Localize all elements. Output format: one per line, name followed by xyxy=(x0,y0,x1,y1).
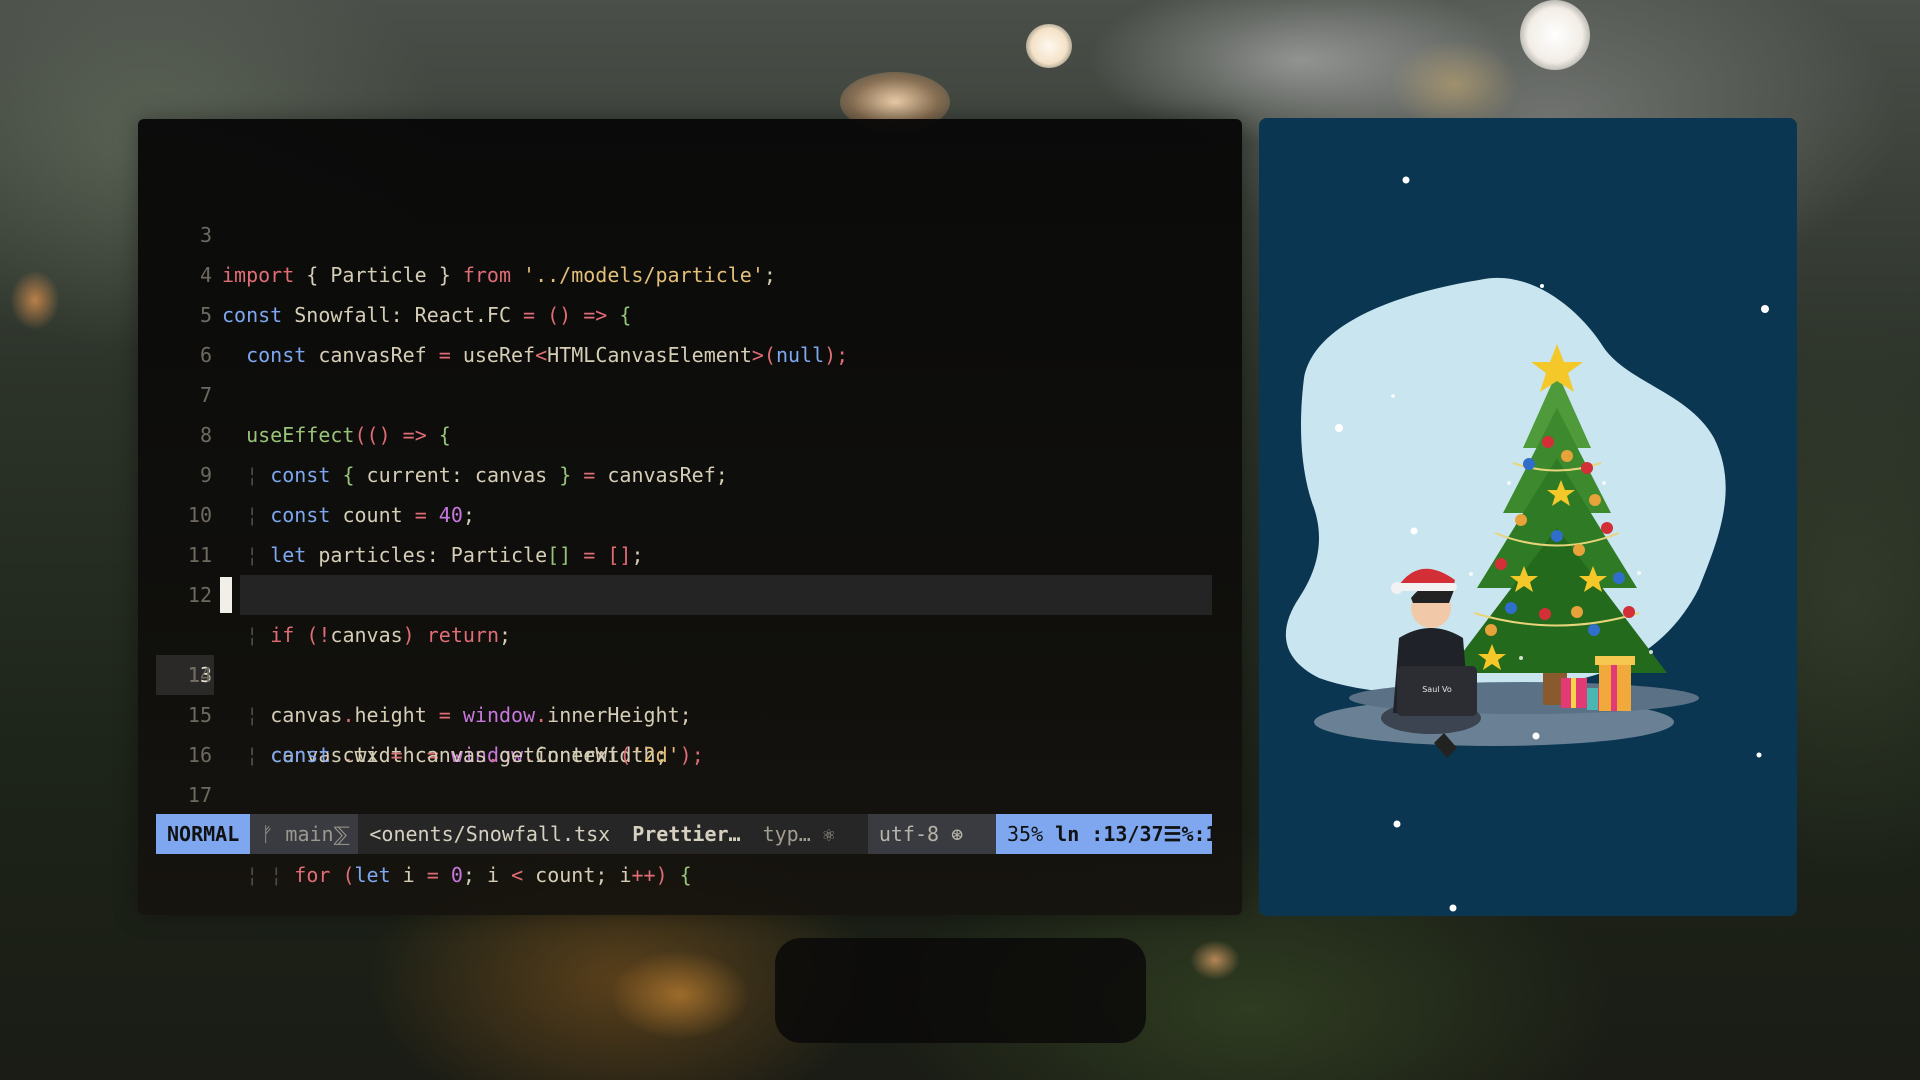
code-editor[interactable]: 3 import { Particle } from '../models/pa… xyxy=(156,175,1212,887)
image-viewer[interactable]: Saul Vo xyxy=(1259,118,1797,916)
code-line[interactable]: 4 const Snowfall: React.FC = () => { xyxy=(156,215,1212,327)
filetype: typ… ⚛ xyxy=(751,814,846,854)
branch-status-icon: ⅀ xyxy=(333,822,350,846)
cursor-position: 35% ln :13/37☰%:1 xyxy=(996,814,1218,854)
code-line[interactable]: 12 ¦ if (!canvas) return; xyxy=(156,535,1212,647)
code-line[interactable]: 15 ¦ const ctx = canvas.getContext('2d')… xyxy=(156,655,1212,767)
react-icon: ⚛ xyxy=(822,822,835,846)
line-column: ln :13/37☰%:1 xyxy=(1055,822,1218,846)
code-line[interactable]: 5 const canvasRef = useRef<HTMLCanvasEle… xyxy=(156,255,1212,367)
formatter-status: Prettier… xyxy=(621,814,752,854)
code-line[interactable]: 10 ¦ let particles: Particle[] = []; xyxy=(156,455,1212,567)
code-text: ¦ ¦ for (let i = 0; i < count; i++) { xyxy=(246,863,692,887)
code-line[interactable]: 9 ¦ const count = 40; xyxy=(156,415,1212,527)
scroll-percent: 35% xyxy=(1007,822,1044,846)
bokeh-light xyxy=(610,950,750,1040)
os-icon: ⊛ xyxy=(951,822,964,846)
status-line: NORMAL ᚠ main⅀ <onents/Snowfall.tsx Pret… xyxy=(156,814,1218,854)
code-line[interactable]: 8 ¦ const { current: canvas } = canvasRe… xyxy=(156,375,1212,487)
file-encoding: utf-8 ⊛ xyxy=(867,814,996,854)
terminal-window[interactable]: 3 import { Particle } from '../models/pa… xyxy=(138,119,1242,915)
status-spacer xyxy=(845,814,868,854)
code-line[interactable]: 14 ¦ canvas.height = window.innerHeight; xyxy=(156,615,1212,727)
code-line[interactable]: 18 ¦ ¦ for (let i = 0; i < count; i++) { xyxy=(156,775,1212,887)
file-path: <onents/Snowfall.tsx xyxy=(358,814,622,854)
filetype-label: typ… xyxy=(762,822,811,846)
mode-indicator: NORMAL xyxy=(156,814,251,854)
christmas-illustration: Saul Vo xyxy=(1259,118,1797,916)
bokeh-light xyxy=(1520,0,1590,70)
laptop-label: Saul Vo xyxy=(1422,685,1452,694)
bokeh-light xyxy=(1390,40,1520,130)
current-line-highlight xyxy=(240,575,1212,615)
code-line-current[interactable]: 13 ¦ canvas.width = window.innerWidth; xyxy=(156,575,1212,767)
code-line[interactable]: 3 import { Particle } from '../models/pa… xyxy=(156,175,1212,287)
block-cursor xyxy=(220,577,232,613)
code-line[interactable]: 16 xyxy=(156,695,1212,767)
encoding-label: utf-8 xyxy=(878,822,940,846)
bokeh-light xyxy=(1190,940,1240,980)
dock[interactable] xyxy=(775,938,1146,1043)
bokeh-light xyxy=(1026,24,1072,68)
code-line[interactable]: 7 useEffect(() => { xyxy=(156,335,1212,447)
code-line[interactable]: 6 xyxy=(156,295,1212,367)
bokeh-light xyxy=(10,270,60,330)
code-line[interactable]: 17 ¦ if (ctx) { xyxy=(156,735,1212,847)
branch-name: main xyxy=(285,822,334,846)
code-line[interactable]: 11 xyxy=(156,495,1212,567)
git-branch: ᚠ main⅀ xyxy=(250,814,359,854)
git-branch-icon: ᚠ xyxy=(261,822,286,846)
